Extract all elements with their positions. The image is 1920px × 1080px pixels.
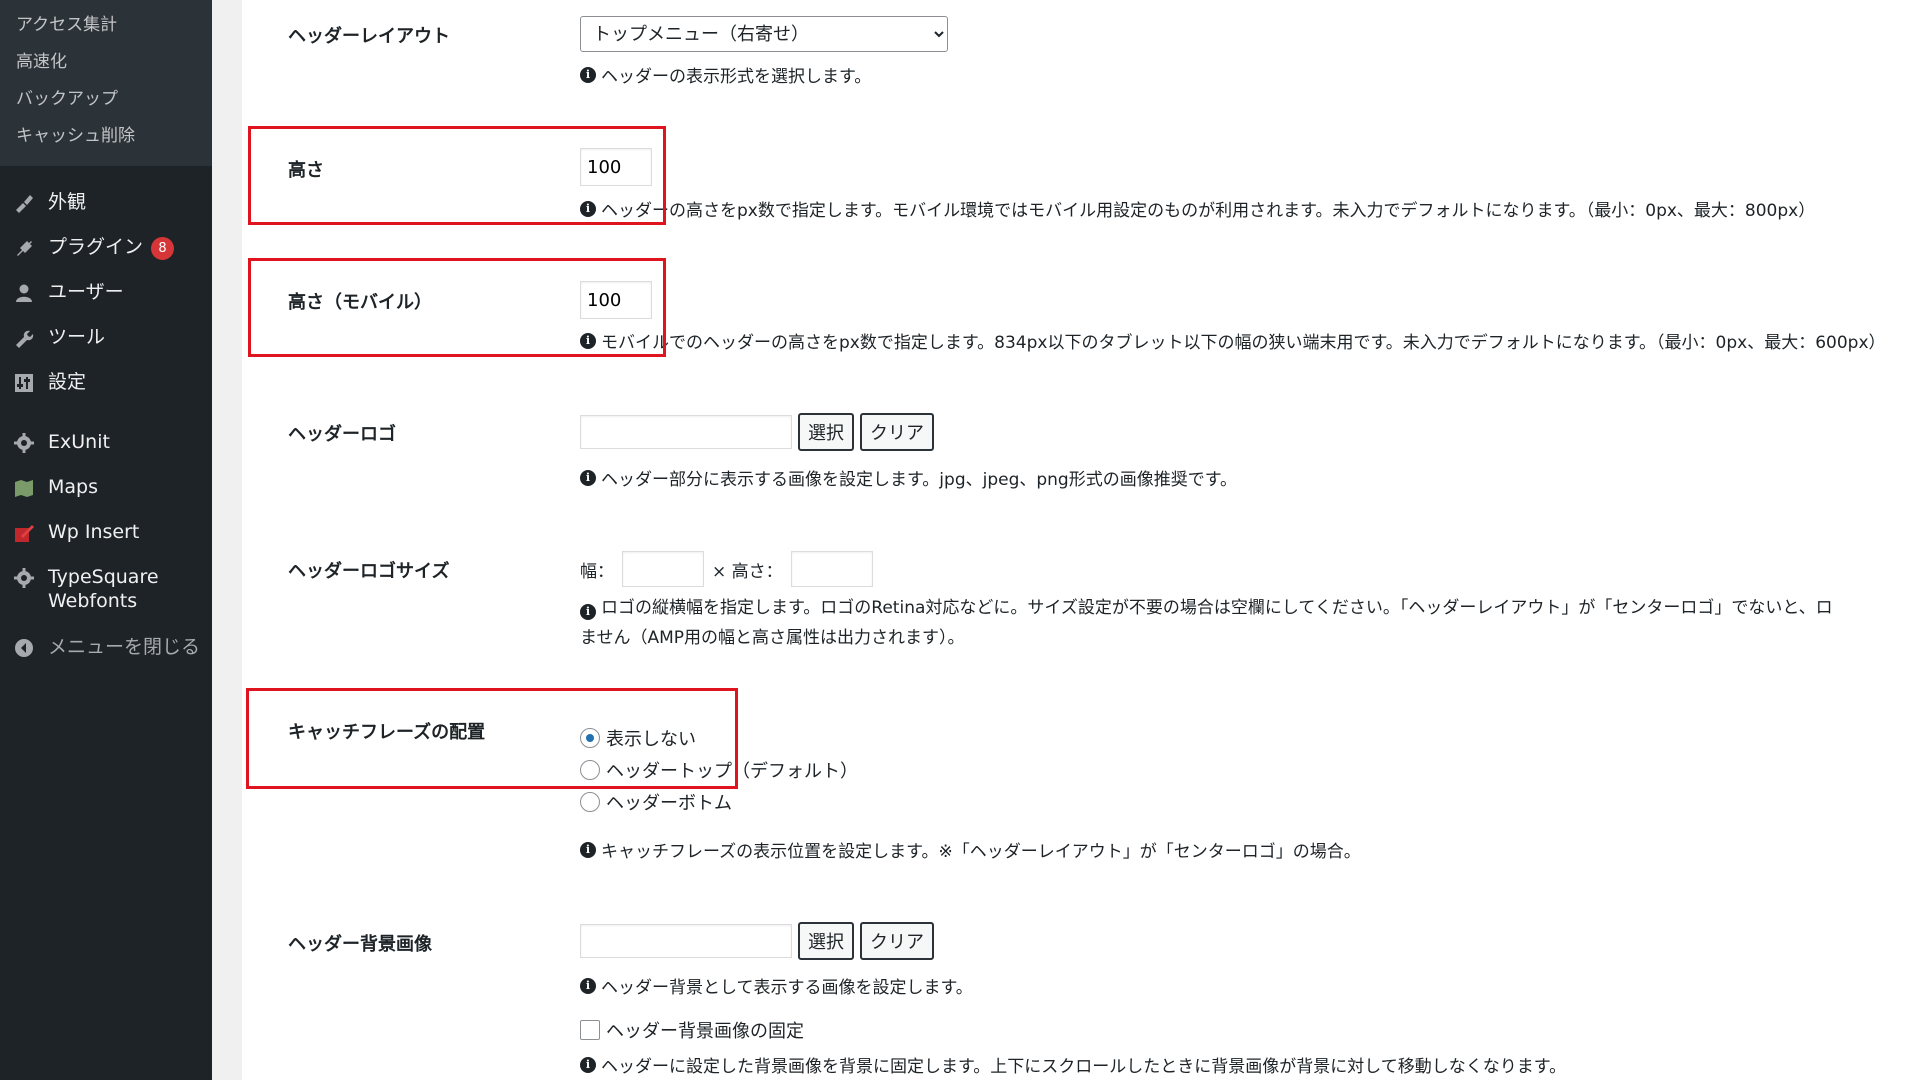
- header-logo-select-button[interactable]: 選択: [798, 413, 854, 451]
- submenu-item-access[interactable]: アクセス集計: [0, 8, 212, 45]
- sidebar-label: Maps: [48, 476, 98, 498]
- sidebar-label: ユーザー: [48, 281, 124, 303]
- header-logo-input[interactable]: [580, 415, 792, 449]
- admin-sidebar: アクセス集計 高速化 バックアップ キャッシュ削除 外観 プラグイン 8 ユーザー…: [0, 0, 212, 1080]
- wrench-icon: [0, 325, 48, 349]
- paintbrush-icon: [0, 190, 48, 214]
- header-layout-label: ヘッダーレイアウト: [288, 26, 450, 47]
- sidebar-label: メニューを閉じる: [48, 636, 201, 658]
- logo-height-label: × 高さ：: [712, 561, 783, 582]
- submenu-item-speedup[interactable]: 高速化: [0, 45, 212, 82]
- sidebar-label: Wp Insert: [48, 521, 140, 543]
- header-bg-fixed-checkbox-row[interactable]: ヘッダー背景画像の固定: [580, 1014, 804, 1046]
- sidebar-item-tools[interactable]: ツール: [0, 325, 212, 349]
- header-bg-input[interactable]: [580, 924, 792, 958]
- gear-icon: [0, 430, 48, 454]
- sidebar-item-settings[interactable]: 設定: [0, 370, 212, 394]
- sidebar-item-typesquare[interactable]: TypeSquare Webfonts: [0, 565, 212, 613]
- settings-sliders-icon: [0, 370, 48, 394]
- header-bg-select-button[interactable]: 選択: [798, 922, 854, 960]
- height-description: ヘッダーの高さをpx数で指定します。モバイル環境ではモバイル用設定のものが利用さ…: [601, 201, 1816, 221]
- sidebar-label: 外観: [48, 191, 87, 213]
- sidebar-label: TypeSquare Webfonts: [48, 566, 159, 612]
- sidebar-item-exunit[interactable]: ExUnit: [0, 430, 212, 454]
- info-icon: i: [580, 66, 596, 83]
- info-icon: i: [580, 841, 596, 858]
- main-content: ヘッダーレイアウト トップメニュー（右寄せ） i ヘッダーの表示形式を選択します…: [212, 0, 1920, 1080]
- sidebar-item-maps[interactable]: Maps: [0, 475, 212, 499]
- highlight-box-height-mobile: [248, 258, 666, 357]
- sidebar-item-wp-insert[interactable]: Wp Insert: [0, 520, 212, 544]
- header-bg-label: ヘッダー背景画像: [288, 934, 432, 955]
- header-bg-fixed-checkbox[interactable]: [580, 1020, 600, 1040]
- header-layout-description: ヘッダーの表示形式を選択します。: [601, 67, 872, 87]
- wp-insert-icon: [0, 520, 48, 544]
- info-icon: i: [580, 604, 596, 620]
- header-logo-clear-button[interactable]: クリア: [860, 413, 934, 451]
- highlight-box-height: [248, 126, 666, 225]
- logo-width-label: 幅：: [580, 561, 614, 582]
- map-icon: [0, 475, 48, 499]
- header-bg-clear-button[interactable]: クリア: [860, 922, 934, 960]
- sidebar-label: ツール: [48, 326, 106, 348]
- highlight-box-catchphrase: [246, 688, 738, 789]
- header-logo-size-description: i ロゴの縦横幅を指定します。ロゴのRetina対応などに。サイズ設定が不要の場合…: [580, 598, 1833, 648]
- collapse-arrow-icon: [0, 635, 48, 659]
- header-bg-fixed-description: ヘッダーに設定した背景画像を背景に固定します。上下にスクロールしたときに背景画像…: [601, 1057, 1567, 1077]
- header-logo-size-label: ヘッダーロゴサイズ: [288, 561, 450, 582]
- info-icon: i: [580, 977, 596, 994]
- settings-panel: ヘッダーレイアウト トップメニュー（右寄せ） i ヘッダーの表示形式を選択します…: [242, 0, 1920, 1080]
- logo-height-input[interactable]: [790, 551, 873, 587]
- submenu-item-cache-clear[interactable]: キャッシュ削除: [0, 119, 212, 156]
- header-logo-description: ヘッダー部分に表示する画像を設定します。jpg、jpeg、png形式の画像推奨で…: [601, 470, 1238, 490]
- header-logo-label: ヘッダーロゴ: [288, 424, 396, 445]
- logo-width-input[interactable]: [622, 551, 704, 587]
- height-mobile-description: モバイルでのヘッダーの高さをpx数で指定します。834px以下のタブレット以下の…: [601, 333, 1886, 353]
- info-icon: i: [580, 469, 596, 486]
- sidebar-label: 設定: [48, 371, 87, 393]
- sidebar-item-appearance[interactable]: 外観: [0, 190, 212, 214]
- info-icon: i: [580, 1056, 596, 1073]
- submenu-item-backup[interactable]: バックアップ: [0, 82, 212, 119]
- user-icon: [0, 280, 48, 304]
- update-count-badge: 8: [151, 237, 175, 260]
- header-layout-select[interactable]: トップメニュー（右寄せ）: [580, 16, 948, 52]
- collapse-menu-button[interactable]: メニューを閉じる: [0, 635, 212, 659]
- gear-icon: [0, 565, 48, 589]
- radio-unchecked[interactable]: [580, 792, 600, 812]
- submenu: アクセス集計 高速化 バックアップ キャッシュ削除: [0, 0, 212, 166]
- sidebar-label: ExUnit: [48, 431, 110, 453]
- header-bg-description: ヘッダー背景として表示する画像を設定します。: [601, 978, 973, 998]
- catchphrase-option-bottom[interactable]: ヘッダーボトム: [580, 786, 858, 818]
- sidebar-label: プラグイン: [48, 236, 144, 258]
- sidebar-item-plugins[interactable]: プラグイン 8: [0, 235, 212, 260]
- catchphrase-description: キャッチフレーズの表示位置を設定します。※「ヘッダーレイアウト」が「センターロゴ…: [601, 842, 1361, 862]
- plug-icon: [0, 235, 48, 259]
- sidebar-item-users[interactable]: ユーザー: [0, 280, 212, 304]
